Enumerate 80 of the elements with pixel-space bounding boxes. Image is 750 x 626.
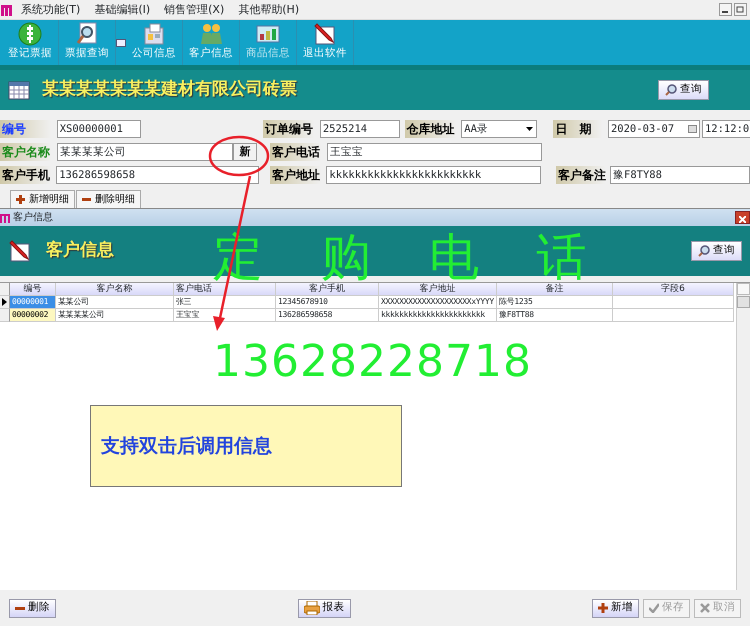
table-cell: 某某某某公司: [56, 309, 174, 322]
print-button[interactable]: 报表: [298, 598, 350, 618]
field-label: 仓库地址: [404, 120, 457, 138]
date-field[interactable]: 2020-03-07: [608, 120, 700, 138]
query-button[interactable]: 查询: [691, 241, 742, 261]
field-label: 客户电话: [270, 143, 322, 161]
minimize-button[interactable]: [718, 3, 732, 16]
column-header[interactable]: 客户地址: [379, 283, 497, 296]
caret-icon: [526, 127, 534, 131]
table-cell: kkkkkkkkkkkkkkkkkkkkkkk: [379, 309, 497, 322]
close-button[interactable]: [735, 211, 750, 224]
table-cell: 00000001: [10, 296, 56, 309]
pencil-icon: [313, 22, 337, 46]
minus-icon: [82, 195, 91, 204]
close-icon: [739, 216, 746, 224]
field-label: 客户地址: [270, 166, 322, 184]
cancel-icon: [700, 603, 710, 613]
document-search-icon: [75, 22, 99, 46]
query-button[interactable]: 查询: [658, 80, 709, 100]
column-header[interactable]: 字段6: [613, 283, 734, 296]
column-header[interactable]: 备注: [497, 283, 613, 296]
search-icon: [698, 245, 710, 257]
column-header[interactable]: 客户手机: [276, 283, 379, 296]
annotation-circle: [208, 136, 270, 176]
menu-item[interactable]: 其他帮助(H): [231, 0, 306, 20]
scrollbar[interactable]: [736, 283, 750, 590]
menu-item[interactable]: 系统功能(T): [14, 0, 88, 20]
panel-title: 客户信息: [46, 239, 114, 262]
plus-icon: [598, 603, 608, 613]
table-cell: 某某公司: [56, 296, 174, 309]
table-cell: XXXXXXXXXXXXXXXXXXXXxYYYY: [379, 296, 497, 309]
app-logo-icon: [0, 212, 10, 222]
field-label: 客户备注: [556, 166, 606, 184]
app-logo-icon: [0, 2, 14, 16]
field-label: 日 期: [553, 120, 604, 138]
dropdown-value: AA录: [464, 122, 488, 137]
table-cell: 12345678910: [276, 296, 379, 309]
check-icon: [649, 603, 659, 613]
row-header[interactable]: [0, 296, 10, 309]
office-icon: [142, 22, 166, 46]
tab[interactable]: 新增明细: [10, 190, 75, 208]
text-field[interactable]: XS00000001: [56, 120, 141, 138]
column-header[interactable]: 编号: [10, 283, 56, 296]
plus-icon: [16, 195, 25, 204]
time-field[interactable]: 12:12:0: [702, 120, 750, 138]
search-icon: [665, 84, 677, 96]
table-cell: 00000002: [10, 309, 56, 322]
people-icon: [199, 22, 223, 46]
text-field[interactable]: 豫F8TY88: [610, 166, 750, 184]
table-cell: 陈号1235: [497, 296, 613, 309]
field-label: 订单编号: [263, 120, 316, 138]
table-cell: 豫F8TT88: [497, 309, 613, 322]
sticky-note: 支持双击后调用信息: [90, 405, 402, 487]
window-title: 客户信息: [13, 210, 53, 225]
field-label: 客户手机: [0, 166, 52, 184]
table-cell: 136286598658: [276, 309, 379, 322]
dropdown[interactable]: AA录: [461, 120, 538, 138]
new-button[interactable]: 新: [233, 143, 257, 161]
tab[interactable]: 删除明细: [76, 190, 141, 208]
small-window-icon: [116, 38, 126, 46]
field-label: 编号: [0, 120, 52, 138]
menu-item[interactable]: 基础编辑(I): [87, 0, 158, 20]
form-title: 某某某某某某某建材有限公司砖票: [42, 78, 297, 102]
text-field[interactable]: 2525214: [320, 120, 400, 138]
field-label: 客户名称: [0, 143, 52, 161]
text-field[interactable]: kkkkkkkkkkkkkkkkkkkkkkkk: [326, 166, 542, 184]
text-field[interactable]: 王宝宝: [327, 143, 542, 161]
column-header[interactable]: 客户名称: [56, 283, 174, 296]
add-button[interactable]: 新增: [592, 598, 639, 618]
date-value: 2020-03-07: [610, 122, 674, 137]
column-header[interactable]: 客户电话: [174, 283, 276, 296]
restore-button[interactable]: [734, 3, 748, 16]
overlay-text: 13628228718: [213, 340, 532, 384]
menu-item[interactable]: 销售管理(X): [157, 0, 232, 20]
text-field[interactable]: 某某某某公司: [57, 143, 233, 161]
table-cell: 张三: [174, 296, 276, 309]
printer-icon: [304, 601, 320, 615]
remove-button[interactable]: 删除: [9, 598, 56, 618]
pencil-icon: [8, 239, 32, 263]
text-field[interactable]: 136286598658: [56, 166, 260, 184]
